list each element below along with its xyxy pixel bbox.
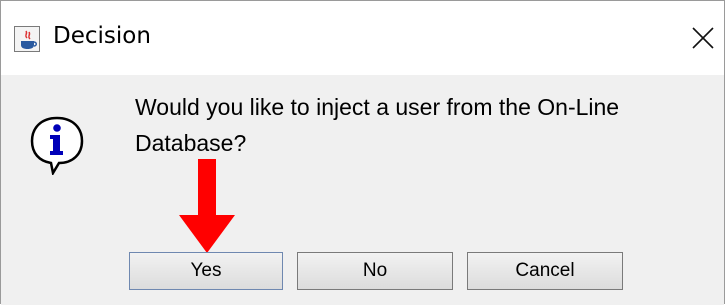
decision-dialog: Decision Would you like to inject a user… xyxy=(0,0,725,305)
red-down-arrow xyxy=(179,159,235,255)
dialog-message: Would you like to inject a user from the… xyxy=(135,94,620,156)
close-icon[interactable] xyxy=(688,21,718,53)
dialog-content: Would you like to inject a user from the… xyxy=(1,75,724,305)
title-bar[interactable]: Decision xyxy=(1,1,724,75)
yes-button[interactable]: Yes xyxy=(129,252,283,290)
no-button[interactable]: No xyxy=(297,252,453,290)
info-icon xyxy=(29,115,85,177)
dialog-title: Decision xyxy=(53,23,151,49)
java-coffee-icon xyxy=(14,26,40,52)
cancel-button[interactable]: Cancel xyxy=(467,252,623,290)
